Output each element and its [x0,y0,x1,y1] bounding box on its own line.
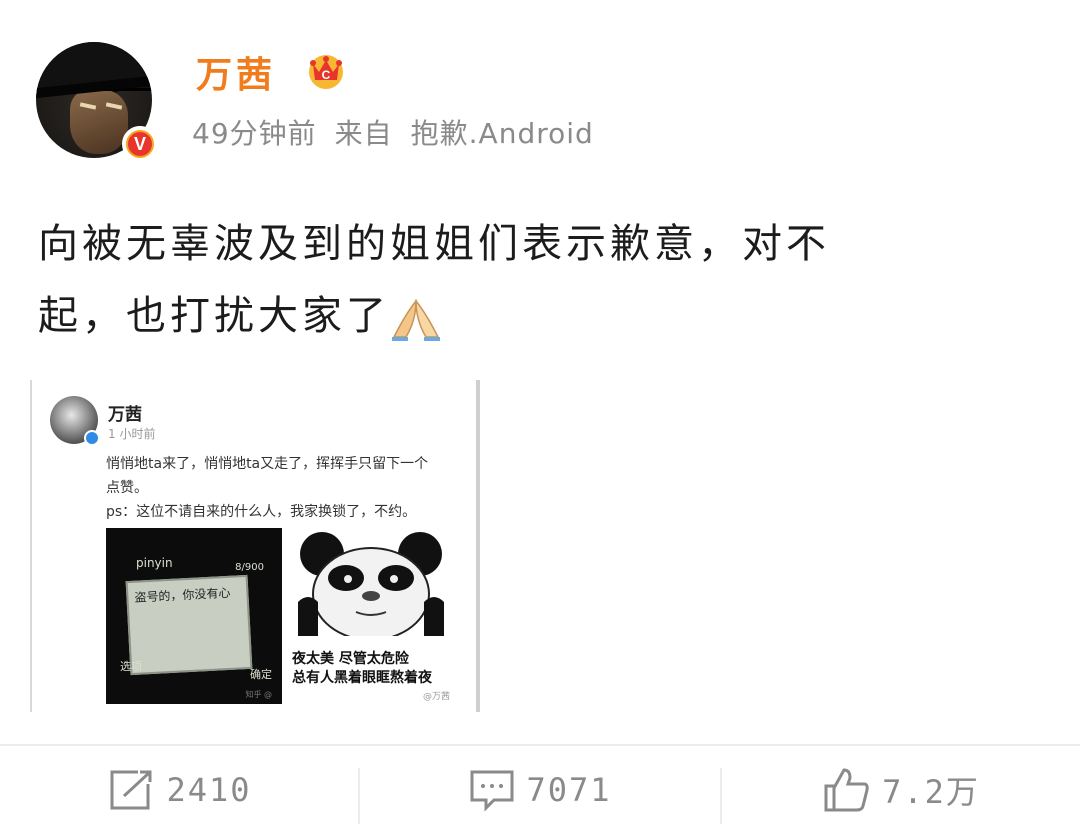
image-post-time: 1 小时前 [108,427,156,441]
like-button[interactable]: 7.2万 [722,746,1080,833]
image-watermark: @万茜 [422,692,450,702]
verified-badge-icon: V [122,126,158,162]
author-name[interactable]: 万茜 [196,46,276,98]
comment-count: 7071 [526,770,612,809]
phone-screen: 盗号的，你没有心 [125,574,253,676]
thumbs-up-icon [824,767,869,811]
image-post-text: 悄悄地ta来了，悄悄地ta又走了，挥挥手只留下一个 点赞。 ps：这位不请自来的… [106,452,466,524]
from-label: 来自 [334,117,393,150]
phone-photo: pinyin 8/900 盗号的，你没有心 选项 确定 知乎 @ [106,528,282,704]
comment-icon [470,770,514,812]
panda-meme: 夜太美 尽管太危险 总有人黑着眼眶熬着夜 @万茜 [288,528,452,704]
post-text-line-2: 起，也打扰大家了 [38,293,390,339]
repost-icon [110,770,152,809]
verified-blue-icon [84,430,100,446]
phone-ime-label: pinyin [136,556,173,570]
repost-button[interactable]: 2410 [0,746,360,833]
panda-caption: 夜太美 尽管太危险 总有人黑着眼眶熬着夜 [292,650,452,688]
panda-face-icon [298,532,444,636]
post-text-line: 起，也打扰大家了 [38,280,1038,352]
panda-caption-line: 夜太美 尽管太危险 [292,651,409,667]
image-text-line: 点赞。 [106,480,148,496]
action-bar: 2410 7071 7.2万 [0,746,1080,833]
post-source[interactable]: 抱歉.Android [411,117,594,150]
like-count: 7.2万 [882,772,980,811]
post-header: V 万茜 C 49分钟前 来自 抱歉.Android [0,0,1080,180]
crown-icon: C [309,55,343,89]
phone-right-softkey: 确定 [250,668,272,681]
image-author-name: 万茜 [108,405,142,425]
post-text-line: 向被无辜波及到的姐姐们表示歉意，对不 [38,221,830,267]
praying-hands-icon [392,298,440,341]
phone-watermark: 知乎 @ [245,690,272,699]
image-text-line: 悄悄地ta来了，悄悄地ta又走了，挥挥手只留下一个 [106,456,429,472]
attached-image[interactable]: 万茜 1 小时前 悄悄地ta来了，悄悄地ta又走了，挥挥手只留下一个 点赞。 p… [30,380,480,712]
phone-left-softkey: 选项 [120,660,142,673]
repost-count: 2410 [166,770,252,809]
author-avatar[interactable]: V [36,42,158,164]
image-avatar [50,396,100,446]
post-body: 向被无辜波及到的姐姐们表示歉意，对不 起，也打扰大家了 [38,208,1038,352]
image-text-line: ps：这位不请自来的什么人，我家换锁了，不约。 [106,504,417,520]
post-time: 49分钟前 [192,117,317,150]
phone-screen-text: 盗号的，你没有心 [134,585,231,605]
comment-button[interactable]: 7071 [360,746,720,833]
panda-caption-line: 总有人黑着眼眶熬着夜 [292,670,432,686]
phone-char-count: 8/900 [235,562,264,573]
post-meta: 49分钟前 来自 抱歉.Android [192,112,594,152]
svg-text:C: C [322,68,331,82]
